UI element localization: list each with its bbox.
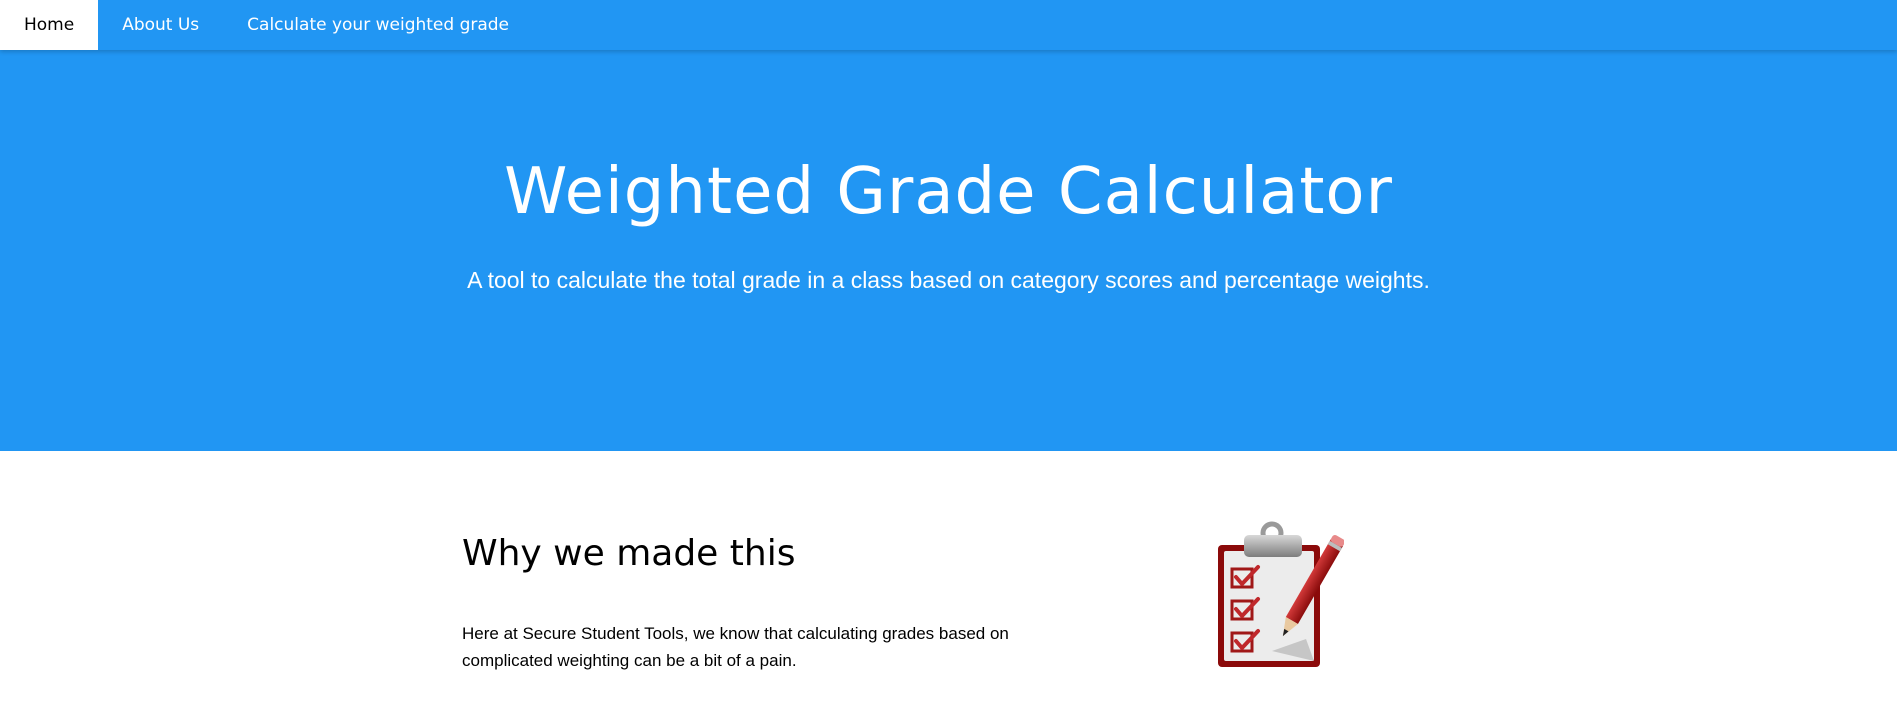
clipboard-checklist-icon — [1218, 521, 1344, 667]
hero-banner: Weighted Grade Calculator A tool to calc… — [0, 50, 1897, 451]
section-heading: Why we made this — [462, 533, 796, 574]
about-section: Why we made this Here at Secure Student … — [0, 451, 1897, 720]
hero-subtitle: A tool to calculate the total grade in a… — [467, 267, 1430, 293]
top-navbar: Home About Us Calculate your weighted gr… — [0, 0, 1897, 50]
nav-home[interactable]: Home — [0, 0, 99, 50]
hero-title: Weighted Grade Calculator — [504, 155, 1393, 229]
nav-calculate[interactable]: Calculate your weighted grade — [223, 0, 533, 50]
nav-about-us[interactable]: About Us — [98, 0, 223, 50]
section-text: Here at Secure Student Tools, we know th… — [462, 624, 1009, 670]
